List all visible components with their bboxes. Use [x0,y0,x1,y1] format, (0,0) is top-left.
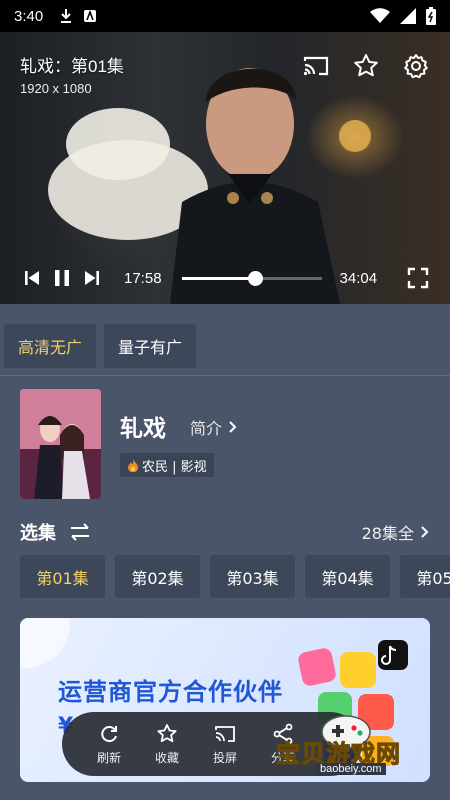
cast-label: 投屏 [212,750,237,765]
pause-button[interactable] [50,266,74,290]
sort-button[interactable] [68,520,92,544]
notification-icons [59,8,97,24]
refresh-label: 刷新 [96,750,121,765]
wifi-icon [370,8,390,23]
show-title: 轧戏 [120,416,166,442]
banner-headline: 运营商官方合作伙伴 [58,678,283,706]
poster-art [20,389,101,499]
category-tag: 农民 | 影视 [120,453,214,477]
episode-item[interactable]: 第02集 [115,555,200,598]
video-player[interactable]: 轧戏：第01集 1920 x 1080 17:58 34:04 [0,32,450,304]
cast-button[interactable] [302,52,330,80]
previous-button[interactable] [20,266,44,290]
status-bar: 3:40 [0,0,450,32]
chevron-right-icon [229,421,237,433]
progress-handle[interactable] [248,270,264,286]
watermark-url: baobeiy.com [316,763,386,775]
refresh-icon [101,725,117,742]
status-time: 3:40 [14,7,44,25]
cast-icon [215,725,235,742]
banner-decoration [20,618,70,668]
episode-count: 28集全 [361,524,414,543]
chevron-right-icon [421,526,429,538]
skip-next-icon [85,271,99,285]
player-actions [302,52,430,80]
episode-item[interactable]: 第04集 [305,555,390,598]
cast-icon [303,56,329,76]
battery-icon [426,7,436,25]
source-tab-hd[interactable]: 高清无广 [4,324,97,368]
episode-list: 第01集 第02集 第03集 第04集 第05集 [20,555,450,598]
progress-bar[interactable] [181,270,322,286]
video-title: 轧戏：第01集 [20,57,124,76]
episode-section-title: 选集 [20,523,56,544]
fullscreen-icon [407,267,429,289]
episode-header: 选集 28集全 [20,519,430,545]
episode-count-link[interactable]: 28集全 [362,520,430,544]
download-icon [61,9,72,23]
next-button[interactable] [80,266,104,290]
favorite-button[interactable] [352,52,380,80]
intro-label: 简介 [190,419,223,438]
fire-icon [128,459,138,472]
watermark: 宝贝游戏网 baobeiy.com [236,704,436,784]
swap-icon [71,523,89,541]
episode-item[interactable]: 第05集 [400,555,450,598]
show-info: 轧戏 简介 农民 | 影视 [20,389,430,499]
intro-link[interactable]: 简介 [190,415,238,439]
show-poster[interactable] [20,389,101,499]
star-icon [157,723,177,742]
refresh-button[interactable]: 刷新 [80,723,138,766]
settings-button[interactable] [402,52,430,80]
tag-label: 农民 | 影视 [142,459,207,475]
episode-item[interactable]: 第01集 [20,555,105,598]
signal-icon [400,8,416,24]
app-notification-icon [84,9,97,22]
pause-icon [55,270,69,286]
total-time: 34:04 [339,269,378,287]
gear-icon [404,54,428,79]
fullscreen-button[interactable] [406,266,430,290]
video-resolution: 1920 x 1080 [20,81,92,96]
video-title-block: 轧戏：第01集 1920 x 1080 [20,52,124,96]
playback-controls: 17:58 34:04 [0,260,450,296]
collect-button[interactable]: 收藏 [138,723,196,766]
star-icon [354,54,378,77]
source-tabs: 高清无广 量子有广 [0,304,450,376]
progress-fill [181,276,256,280]
system-icons [370,7,436,25]
collect-label: 收藏 [154,750,179,765]
current-time: 17:58 [124,269,162,287]
episode-item[interactable]: 第03集 [210,555,295,598]
source-tab-quantum[interactable]: 量子有广 [104,324,197,368]
skip-previous-icon [25,271,39,285]
